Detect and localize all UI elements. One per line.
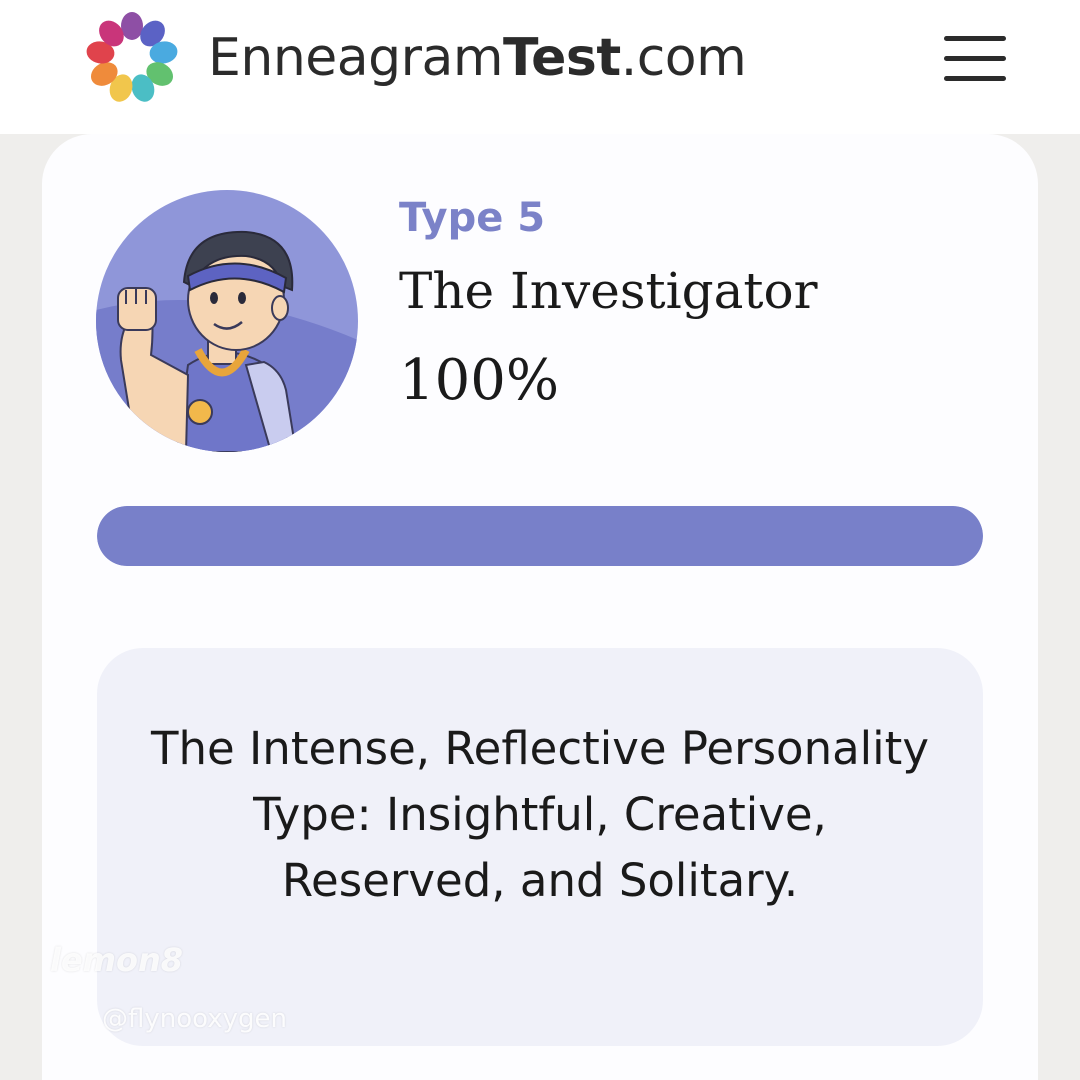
score-progress-fill xyxy=(97,506,983,566)
watermark-logo: lemon8 xyxy=(50,941,184,979)
type-label: Type 5 xyxy=(399,195,546,241)
type-score: 100% xyxy=(399,348,560,413)
type-name: The Investigator xyxy=(399,262,818,320)
enneagram-logo-icon[interactable] xyxy=(84,10,180,106)
site-header: EnneagramTest.com xyxy=(0,0,1080,134)
type-description: The Intense, Reflective Personality Type… xyxy=(151,722,929,907)
hamburger-menu-icon[interactable] xyxy=(944,34,1006,84)
watermark-handle: @flynooxygen xyxy=(102,1004,288,1034)
brand-regular: Enneagram xyxy=(208,28,504,88)
brand-name[interactable]: EnneagramTest.com xyxy=(208,26,747,90)
score-progress-bar xyxy=(97,506,983,566)
investigator-avatar-icon xyxy=(96,190,358,452)
brand-suffix: .com xyxy=(620,28,747,88)
page: EnneagramTest.com Type 5 The Investigato… xyxy=(0,0,1080,1080)
brand-bold: Test xyxy=(503,28,621,88)
